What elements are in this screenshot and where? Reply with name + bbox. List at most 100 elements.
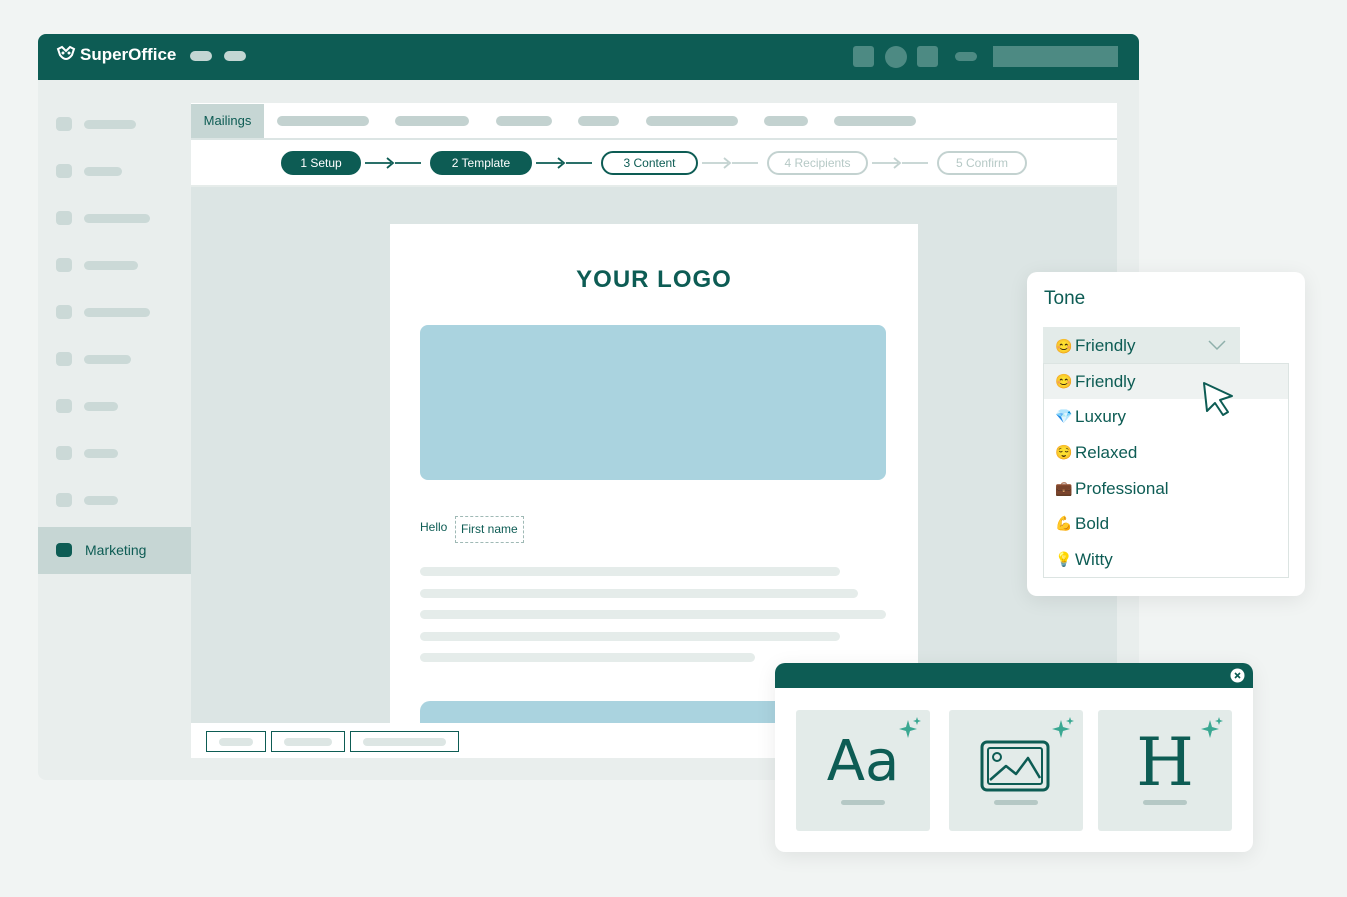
tone-option-bold[interactable]: 💪 Bold	[1044, 506, 1288, 541]
sidebar-item-label-placeholder	[84, 120, 136, 129]
step-arrow-icon	[536, 157, 592, 169]
briefcase-icon: 💼	[1055, 480, 1073, 496]
tab-placeholder[interactable]	[764, 116, 808, 126]
tab-mailings[interactable]: Mailings	[191, 104, 264, 138]
sidebar-item-icon	[56, 352, 72, 366]
sidebar-item-icon	[56, 211, 72, 225]
footer-button-label-placeholder	[284, 738, 332, 746]
tool-label-placeholder	[994, 800, 1038, 805]
step-arrow-icon	[702, 157, 758, 169]
merge-field-first-name[interactable]: First name	[455, 516, 524, 543]
sidebar-item[interactable]	[38, 195, 191, 242]
close-icon[interactable]	[1230, 668, 1245, 683]
sidebar-item-icon	[56, 117, 72, 131]
topbar-placeholder-square[interactable]	[917, 46, 938, 67]
heading-tool-card[interactable]: H	[1098, 710, 1232, 831]
email-preview: YOUR LOGO Hello First name	[390, 224, 918, 724]
brand-name: SuperOffice	[80, 45, 177, 64]
sidebar-item-icon	[56, 446, 72, 460]
sidebar-item-label-placeholder	[84, 355, 131, 364]
sidebar-item-icon	[56, 305, 72, 319]
tool-label-placeholder	[1143, 800, 1187, 805]
sidebar-item-icon	[56, 164, 72, 178]
body-text-placeholder	[420, 567, 840, 576]
sidebar-item[interactable]	[38, 242, 191, 289]
sidebar-item-marketing[interactable]: Marketing	[38, 527, 191, 574]
flexed-biceps-icon: 💪	[1055, 515, 1073, 531]
sidebar-item[interactable]	[38, 148, 191, 195]
sparkle-icon	[1052, 717, 1074, 738]
topbar-search-placeholder[interactable]	[993, 46, 1118, 67]
footer-button[interactable]	[271, 731, 345, 752]
tools-panel-header	[775, 663, 1253, 688]
chevron-down-icon	[1208, 340, 1226, 351]
topbar-placeholder-pill[interactable]	[190, 51, 212, 61]
tab-placeholder[interactable]	[395, 116, 469, 126]
tone-select[interactable]: 😊 Friendly	[1043, 327, 1240, 364]
body-text-placeholder	[420, 632, 840, 641]
hero-image-placeholder[interactable]	[420, 325, 886, 480]
heading-icon: H	[1136, 724, 1194, 801]
text-tool-card[interactable]: Aa	[796, 710, 930, 831]
tab-placeholder[interactable]	[496, 116, 552, 126]
topbar-placeholder-pill[interactable]	[224, 51, 246, 61]
option-label: Relaxed	[1075, 442, 1138, 462]
sidebar-item[interactable]	[38, 430, 191, 477]
tone-option-friendly[interactable]: 😊 Friendly	[1044, 364, 1288, 399]
tab-placeholder[interactable]	[578, 116, 619, 126]
footer-button-label-placeholder	[363, 738, 446, 746]
tone-select-label: Friendly	[1075, 336, 1136, 355]
sidebar-item[interactable]	[38, 336, 191, 383]
tone-option-relaxed[interactable]: 😌 Relaxed	[1044, 435, 1288, 470]
option-label: Friendly	[1075, 371, 1136, 391]
sidebar: Marketing	[38, 80, 191, 780]
topbar-placeholder-pill[interactable]	[955, 52, 977, 61]
sidebar-item-icon	[56, 258, 72, 272]
tone-option-professional[interactable]: 💼 Professional	[1044, 471, 1288, 506]
footer-button[interactable]	[206, 731, 266, 752]
greeting-text: Hello	[420, 520, 448, 534]
tone-options-list: 😊 Friendly 💎 Luxury 😌 Relaxed 💼 Professional…	[1043, 363, 1289, 578]
body-text-placeholder	[420, 653, 755, 662]
footer-button[interactable]	[350, 731, 459, 752]
sidebar-item[interactable]	[38, 383, 191, 430]
step-content[interactable]: 3 Content	[601, 151, 698, 175]
sidebar-item-label-placeholder	[84, 496, 118, 505]
text-style-icon: Aa	[826, 729, 900, 794]
option-label: Professional	[1075, 478, 1169, 498]
step-recipients[interactable]: 4 Recipients	[767, 151, 868, 175]
image-tool-card[interactable]	[949, 710, 1083, 831]
mouse-cursor-icon	[1203, 382, 1233, 416]
sidebar-item-label-placeholder	[84, 449, 118, 458]
tone-panel: Tone 😊 Friendly 😊 Friendly 💎 Luxury 😌 Relax…	[1027, 272, 1305, 596]
tone-option-luxury[interactable]: 💎 Luxury	[1044, 399, 1288, 434]
sidebar-item-label-placeholder	[84, 308, 150, 317]
gem-icon: 💎	[1055, 408, 1073, 424]
tone-select-value: 😊 Friendly	[1055, 336, 1135, 356]
marketing-icon	[56, 543, 72, 557]
option-label: Witty	[1075, 549, 1113, 569]
step-confirm[interactable]: 5 Confirm	[937, 151, 1027, 175]
tab-placeholder[interactable]	[646, 116, 738, 126]
option-label: Luxury	[1075, 406, 1127, 426]
tab-placeholder[interactable]	[277, 116, 369, 126]
tab-placeholder[interactable]	[834, 116, 916, 126]
top-bar: SuperOffice	[38, 34, 1139, 80]
sidebar-item[interactable]	[38, 477, 191, 524]
ai-tools-panel: Aa H	[775, 663, 1253, 852]
wizard-steps: 1 Setup 2 Template 3 Content 4 Recipient…	[191, 140, 1117, 187]
sidebar-item[interactable]	[38, 101, 191, 148]
brand-logo[interactable]: SuperOffice	[56, 45, 176, 65]
step-template[interactable]: 2 Template	[430, 151, 532, 175]
tone-option-witty[interactable]: 💡 Witty	[1044, 542, 1288, 577]
tone-title: Tone	[1044, 288, 1086, 309]
sidebar-item[interactable]	[38, 289, 191, 336]
sidebar-item-label-placeholder	[84, 402, 118, 411]
topbar-placeholder-square[interactable]	[853, 46, 874, 67]
email-logo[interactable]: YOUR LOGO	[390, 266, 918, 294]
topbar-placeholder-circle[interactable]	[885, 46, 907, 68]
light-bulb-icon: 💡	[1055, 551, 1073, 567]
option-label: Bold	[1075, 513, 1110, 533]
tab-bar: Mailings	[191, 103, 1117, 138]
step-setup[interactable]: 1 Setup	[281, 151, 361, 175]
